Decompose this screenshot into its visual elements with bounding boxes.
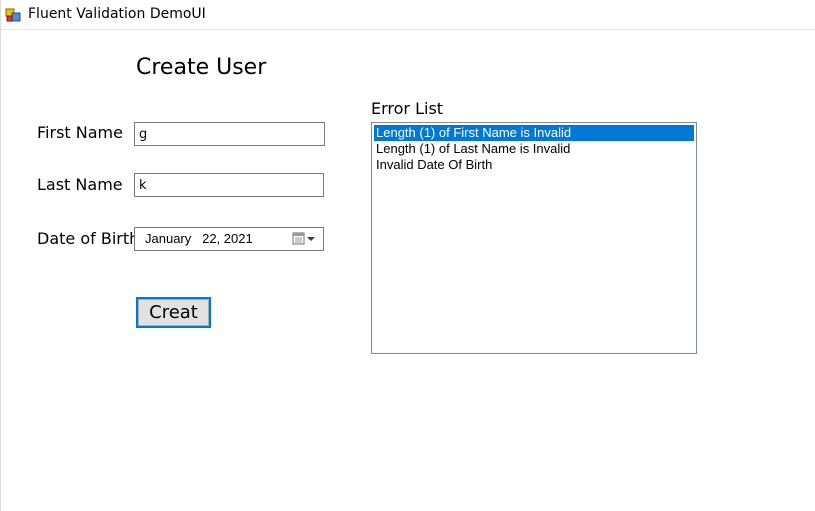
error-list-item[interactable]: Length (1) of Last Name is Invalid: [374, 141, 694, 157]
last-name-field[interactable]: [134, 173, 324, 197]
error-list-item[interactable]: Invalid Date Of Birth: [374, 157, 694, 173]
dob-label: Date of Birth: [37, 229, 140, 248]
last-name-label: Last Name: [37, 175, 123, 194]
page-title: Create User: [136, 55, 267, 80]
create-button[interactable]: Creat: [136, 297, 211, 328]
dob-datepicker[interactable]: January 22, 2021: [134, 227, 324, 251]
first-name-field[interactable]: [134, 122, 325, 146]
first-name-label: First Name: [37, 123, 123, 142]
app-window: Fluent Validation DemoUI Create User Fir…: [0, 0, 815, 511]
error-list-label: Error List: [371, 99, 444, 118]
error-list-item[interactable]: Length (1) of First Name is Invalid: [374, 125, 694, 141]
window-title: Fluent Validation DemoUI: [28, 6, 206, 22]
title-bar: Fluent Validation DemoUI: [1, 0, 815, 30]
error-listbox[interactable]: Length (1) of First Name is Invalid Leng…: [371, 122, 697, 354]
calendar-dropdown-icon[interactable]: [291, 230, 321, 248]
app-icon: [5, 8, 21, 22]
dob-value[interactable]: January 22, 2021: [145, 231, 253, 246]
